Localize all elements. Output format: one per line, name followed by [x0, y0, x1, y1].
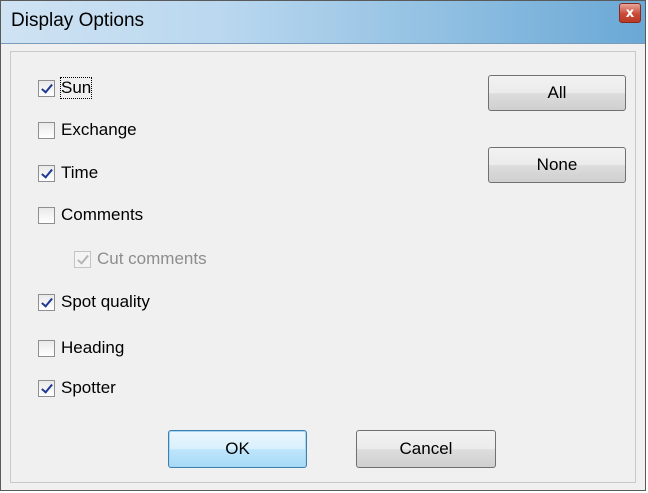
ok-button[interactable]: OK — [168, 430, 307, 468]
title-bar[interactable]: Display Options x — [1, 1, 645, 44]
cancel-button[interactable]: Cancel — [356, 430, 496, 468]
none-button[interactable]: None — [488, 147, 626, 183]
checkbox-heading[interactable]: Heading — [38, 337, 124, 359]
checkbox-label: Sun — [59, 77, 93, 99]
checkbox-box[interactable] — [74, 250, 91, 268]
checkbox-box[interactable] — [38, 79, 55, 97]
checkbox-box[interactable] — [38, 206, 55, 224]
dialog-title: Display Options — [11, 10, 145, 31]
checkbox-label: Spot quality — [61, 292, 150, 311]
close-button[interactable]: x — [619, 3, 641, 23]
checkbox-comments[interactable]: Comments — [38, 204, 143, 226]
dialog-body: Sun Exchange Time Comments Cut comments … — [10, 51, 636, 483]
checkbox-exchange[interactable]: Exchange — [38, 119, 137, 141]
checkbox-box[interactable] — [38, 339, 55, 357]
all-button[interactable]: All — [488, 75, 626, 111]
checkbox-label: Cut comments — [97, 249, 207, 268]
checkbox-time[interactable]: Time — [38, 162, 98, 184]
checkbox-box[interactable] — [38, 293, 55, 311]
checkbox-cut-comments[interactable]: Cut comments — [74, 248, 207, 270]
checkbox-label: Time — [61, 163, 99, 182]
checkbox-spot-quality[interactable]: Spot quality — [38, 291, 150, 313]
checkbox-box[interactable] — [38, 379, 55, 397]
checkbox-spotter[interactable]: Spotter — [38, 377, 116, 399]
checkbox-label: Comments — [61, 205, 144, 224]
display-options-dialog: Display Options x Sun Exchange Time Comm… — [0, 0, 646, 491]
checkbox-sun[interactable]: Sun — [38, 77, 93, 99]
checkbox-label: Spotter — [61, 378, 116, 397]
checkbox-label: Exchange — [61, 120, 137, 139]
checkbox-box[interactable] — [38, 164, 55, 182]
checkbox-label: Heading — [61, 338, 125, 357]
close-icon: x — [625, 5, 635, 21]
checkbox-box[interactable] — [38, 121, 55, 139]
